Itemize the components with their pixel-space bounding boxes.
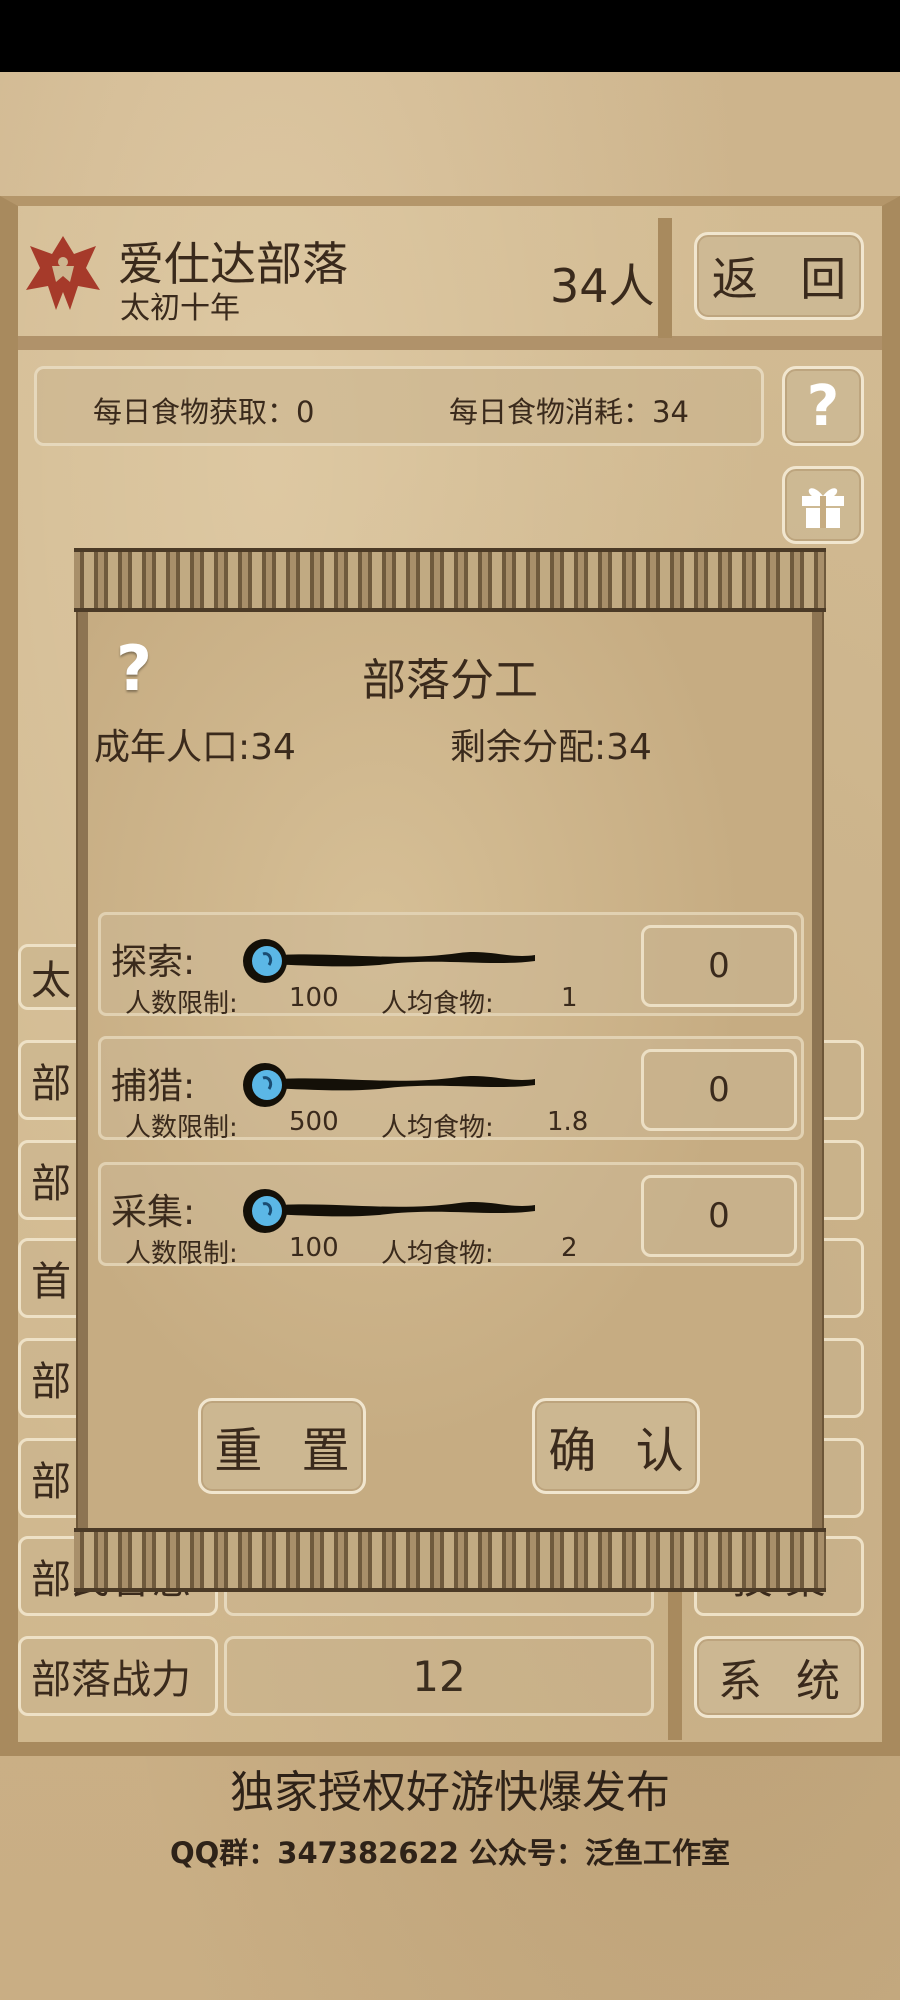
adult-population: 成年人口:34 <box>94 727 296 768</box>
job-count-field[interactable]: 0 <box>641 1175 797 1257</box>
dialog-bottom-border <box>74 1528 826 1592</box>
job-label: 捕猎: <box>111 1066 196 1107</box>
gift-icon <box>802 488 844 528</box>
help-button[interactable]: ? <box>782 366 864 446</box>
limit-value: 100 <box>289 983 339 1013</box>
job-slider[interactable] <box>239 1177 539 1237</box>
remaining-allocation: 剩余分配:34 <box>450 727 652 768</box>
status-bar <box>0 0 900 72</box>
header-divider <box>18 336 882 350</box>
job-row-explore: 探索: 人数限制: 100 人均食物: 1 0 <box>98 912 804 1019</box>
daily-food-consume: 每日食物消耗：34 <box>449 395 689 429</box>
food-value: 1 <box>561 983 578 1013</box>
job-slider[interactable] <box>239 927 539 987</box>
limit-label: 人数限制: <box>125 1239 238 1269</box>
population-count: 34人 <box>550 259 655 313</box>
food-label: 人均食物: <box>381 1239 494 1269</box>
limit-value: 100 <box>289 1233 339 1263</box>
food-label: 人均食物: <box>381 1113 494 1143</box>
back-button[interactable]: 返 回 <box>694 232 864 320</box>
job-row-hunt: 捕猎: 人数限制: 500 人均食物: 1.8 0 <box>98 1036 804 1143</box>
food-summary-bar: 每日食物获取：0 每日食物消耗：34 <box>34 366 764 446</box>
limit-label: 人数限制: <box>125 1113 238 1143</box>
job-label: 探索: <box>111 942 196 983</box>
combat-power-button[interactable]: 部落战力 <box>18 1636 218 1716</box>
job-slider[interactable] <box>239 1051 539 1111</box>
horde-emblem-icon <box>26 236 100 310</box>
job-count-field[interactable]: 0 <box>641 925 797 1007</box>
limit-label: 人数限制: <box>125 989 238 1019</box>
job-label: 采集: <box>111 1192 196 1233</box>
era-label: 太初十年 <box>120 291 240 326</box>
daily-food-gain: 每日食物获取：0 <box>93 395 315 429</box>
contact-info: QQ群：347382622 公众号：泛鱼工作室 <box>169 1836 730 1870</box>
food-label: 人均食物: <box>381 989 494 1019</box>
food-value: 2 <box>561 1233 578 1263</box>
system-button[interactable]: 系 统 <box>694 1636 864 1718</box>
dialog-top-border <box>74 548 826 612</box>
gift-button[interactable] <box>782 466 864 544</box>
question-mark-icon: ? <box>806 373 840 439</box>
combat-power-value: 12 <box>224 1636 654 1716</box>
job-row-gather: 采集: 人数限制: 100 人均食物: 2 0 <box>98 1162 804 1269</box>
dialog-title: 部落分工 <box>362 655 538 706</box>
confirm-button[interactable]: 确 认 <box>532 1398 700 1494</box>
header-vertical-bar <box>658 218 672 338</box>
publisher-notice: 独家授权好游快爆发布 <box>230 1767 670 1818</box>
limit-value: 500 <box>289 1107 339 1137</box>
reset-button[interactable]: 重 置 <box>198 1398 366 1494</box>
job-count-field[interactable]: 0 <box>641 1049 797 1131</box>
food-value: 1.8 <box>547 1107 589 1137</box>
